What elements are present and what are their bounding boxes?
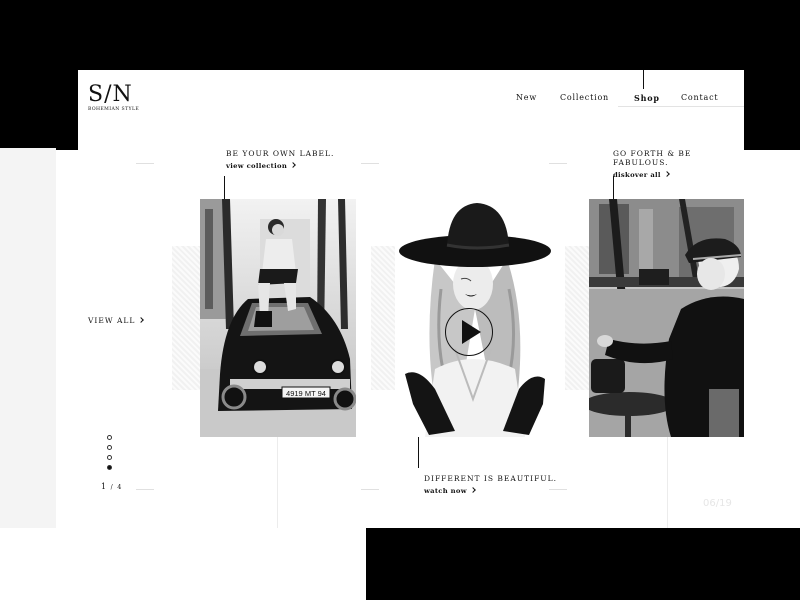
logo-mark: S/N xyxy=(88,82,133,107)
diskover-all-label: diskover all xyxy=(613,171,661,179)
guide-line xyxy=(667,435,668,528)
chevron-right-icon xyxy=(138,317,145,323)
caption-center: DIFFERENT IS BEAUTIFUL. watch now xyxy=(424,474,557,495)
license-plate: 4919 MT 94 xyxy=(286,389,326,398)
guide-dash xyxy=(136,163,154,164)
nav-collection[interactable]: Collection xyxy=(560,93,609,102)
watch-now-label: watch now xyxy=(424,487,467,495)
slide-dot-4[interactable] xyxy=(107,465,112,470)
nav-divider xyxy=(618,106,744,107)
slide-dots xyxy=(107,435,112,475)
view-collection-link[interactable]: view collection xyxy=(226,162,334,170)
pager-separator: / xyxy=(110,484,114,491)
view-collection-label: view collection xyxy=(226,162,288,170)
caption-left-title: BE YOUR OWN LABEL. xyxy=(226,149,335,158)
caption-rule xyxy=(613,176,614,200)
photo-car-image: 4919 MT 94 xyxy=(200,199,356,437)
play-button[interactable] xyxy=(445,308,493,356)
caption-left: BE YOUR OWN LABEL. view collection xyxy=(226,149,334,170)
slide-dot-2[interactable] xyxy=(107,445,112,450)
guide-dash xyxy=(361,489,379,490)
logo-tagline: BOHEMIAN STYLE xyxy=(88,107,140,112)
caption-center-title: DIFFERENT IS BEAUTIFUL. xyxy=(424,474,557,483)
hatch-panel xyxy=(371,246,395,390)
photo-hat[interactable] xyxy=(395,199,551,437)
watch-now-link[interactable]: watch now xyxy=(424,487,557,495)
diskover-all-link[interactable]: diskover all xyxy=(613,171,744,179)
nav-shop[interactable]: Shop xyxy=(634,93,660,103)
photo-cafe-image xyxy=(589,199,744,437)
pager-current: 1 xyxy=(101,482,108,491)
guide-dash xyxy=(136,489,154,490)
nav-active-indicator xyxy=(643,70,644,89)
nav-contact[interactable]: Contact xyxy=(681,93,718,102)
pager-total: 4 xyxy=(117,483,123,491)
hatch-panel xyxy=(565,246,589,390)
pager: 1 / 4 xyxy=(101,482,122,491)
chevron-right-icon xyxy=(470,487,476,493)
chevron-right-icon xyxy=(290,162,296,168)
page-card: S/N BOHEMIAN STYLE New Collection Shop C… xyxy=(78,70,744,528)
backdrop-card-left xyxy=(0,148,56,528)
photo-cafe[interactable] xyxy=(589,199,744,437)
guide-dash xyxy=(549,163,567,164)
logo[interactable]: S/N BOHEMIAN STYLE xyxy=(88,82,140,113)
play-icon xyxy=(461,319,481,344)
guide-dash xyxy=(361,163,379,164)
caption-right: GO FORTH & BE FABULOUS. diskover all xyxy=(613,149,744,179)
photo-car[interactable]: 4919 MT 94 xyxy=(200,199,356,437)
image-counter: 06/19 xyxy=(703,498,732,509)
nav-new[interactable]: New xyxy=(516,93,537,102)
chevron-right-icon xyxy=(663,171,670,177)
backdrop-bottom xyxy=(366,528,800,600)
view-all-label: VIEW ALL xyxy=(88,316,136,325)
guide-line xyxy=(277,435,278,528)
view-all-link[interactable]: VIEW ALL xyxy=(88,316,145,325)
slide-dot-1[interactable] xyxy=(107,435,112,440)
caption-right-title: GO FORTH & BE FABULOUS. xyxy=(613,149,692,167)
slide-dot-3[interactable] xyxy=(107,455,112,460)
hatch-panel xyxy=(172,246,200,390)
